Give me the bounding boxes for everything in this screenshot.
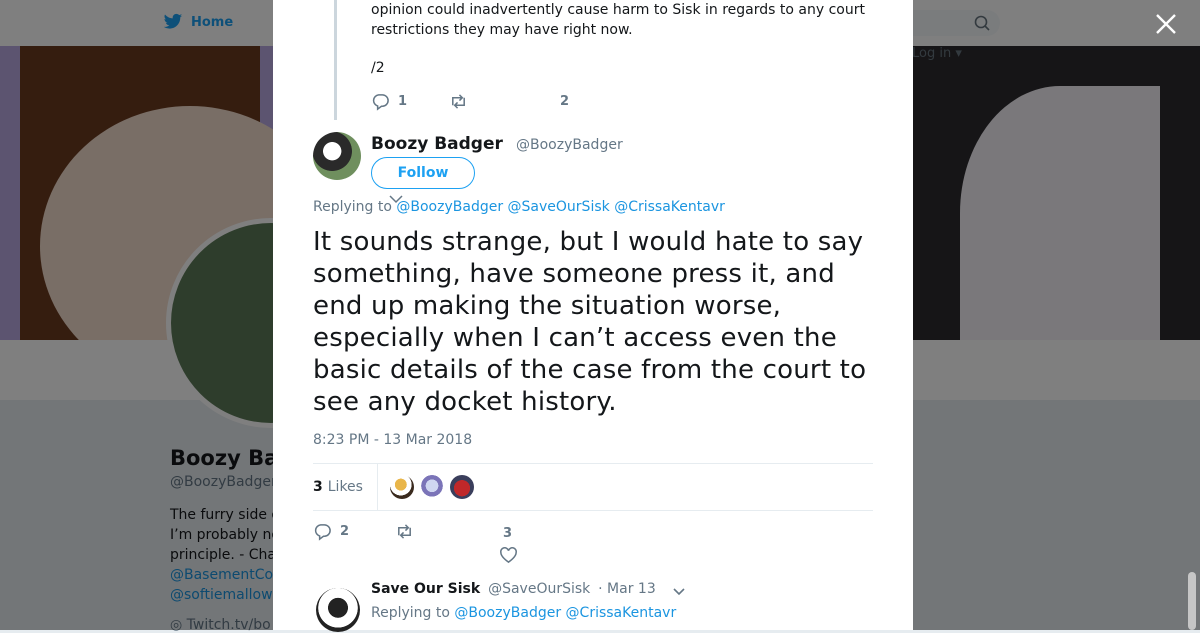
- author-name[interactable]: Boozy Badger: [371, 134, 503, 154]
- retweet-button[interactable]: [449, 92, 468, 111]
- mention-link[interactable]: @CrissaKentavr: [614, 199, 725, 215]
- likes-count: 3: [313, 479, 323, 495]
- mention-link[interactable]: @CrissaKentavr: [566, 605, 677, 621]
- author-handle[interactable]: @BoozyBadger: [516, 137, 623, 153]
- tweet-text: It sounds strange, but I would hate to s…: [313, 227, 867, 417]
- reply-author[interactable]: Save Our Sisk @SaveOurSisk · Mar 13: [371, 581, 656, 597]
- like-count: 3: [503, 526, 513, 541]
- chevron-down-icon[interactable]: [672, 584, 686, 598]
- thread-line: [334, 0, 337, 120]
- divider: [313, 510, 873, 511]
- reply-replying-to: Replying to @BoozyBadger @CrissaKentavr: [371, 605, 676, 621]
- scrollbar-thumb[interactable]: [1188, 572, 1196, 630]
- reply-date[interactable]: · Mar 13: [598, 581, 656, 597]
- like-count[interactable]: 2: [560, 94, 569, 109]
- replying-label: Replying to: [313, 199, 392, 215]
- likes-label: Likes: [327, 479, 363, 495]
- likes-link[interactable]: 3 Likes: [313, 464, 378, 510]
- tweet-actions: 2 3: [313, 522, 613, 566]
- liker-avatar[interactable]: [449, 475, 474, 499]
- likes-bar: 3 Likes: [313, 464, 873, 510]
- reply-count: 2: [340, 524, 350, 539]
- previous-tweet-actions: 1 2: [371, 92, 569, 111]
- close-icon[interactable]: [1154, 12, 1178, 36]
- retweet-icon: [398, 524, 411, 539]
- follow-button[interactable]: Follow: [371, 157, 475, 189]
- likers-list: [378, 475, 474, 499]
- heart-icon[interactable]: [499, 546, 518, 565]
- liker-avatar[interactable]: [389, 475, 414, 499]
- retweet-icon: [452, 94, 466, 109]
- liker-avatar[interactable]: [419, 475, 444, 499]
- retweet-button[interactable]: [395, 522, 414, 541]
- reply-author-avatar[interactable]: [316, 588, 360, 632]
- replying-to: Replying to @BoozyBadger @SaveOurSisk @C…: [313, 199, 725, 215]
- reply-button[interactable]: 1: [371, 92, 407, 111]
- author-avatar[interactable]: [313, 132, 361, 180]
- reply-count: 1: [398, 94, 408, 109]
- reply-icon: [314, 524, 331, 541]
- reply-icon: [372, 94, 389, 111]
- mention-link[interactable]: @BoozyBadger: [396, 199, 503, 215]
- mention-link[interactable]: @SaveOurSisk: [508, 199, 610, 215]
- replying-label: Replying to: [371, 605, 450, 621]
- previous-tweet-text: opinion could inadvertently cause harm t…: [371, 2, 865, 38]
- reply-author-handle: @SaveOurSisk: [488, 581, 591, 597]
- mention-link[interactable]: @BoozyBadger: [454, 605, 561, 621]
- previous-tweet-signature: /2: [371, 60, 385, 76]
- reply-author-name: Save Our Sisk: [371, 581, 481, 597]
- tweet-timestamp[interactable]: 8:23 PM - 13 Mar 2018: [313, 432, 472, 448]
- reply-button[interactable]: 2: [313, 522, 349, 541]
